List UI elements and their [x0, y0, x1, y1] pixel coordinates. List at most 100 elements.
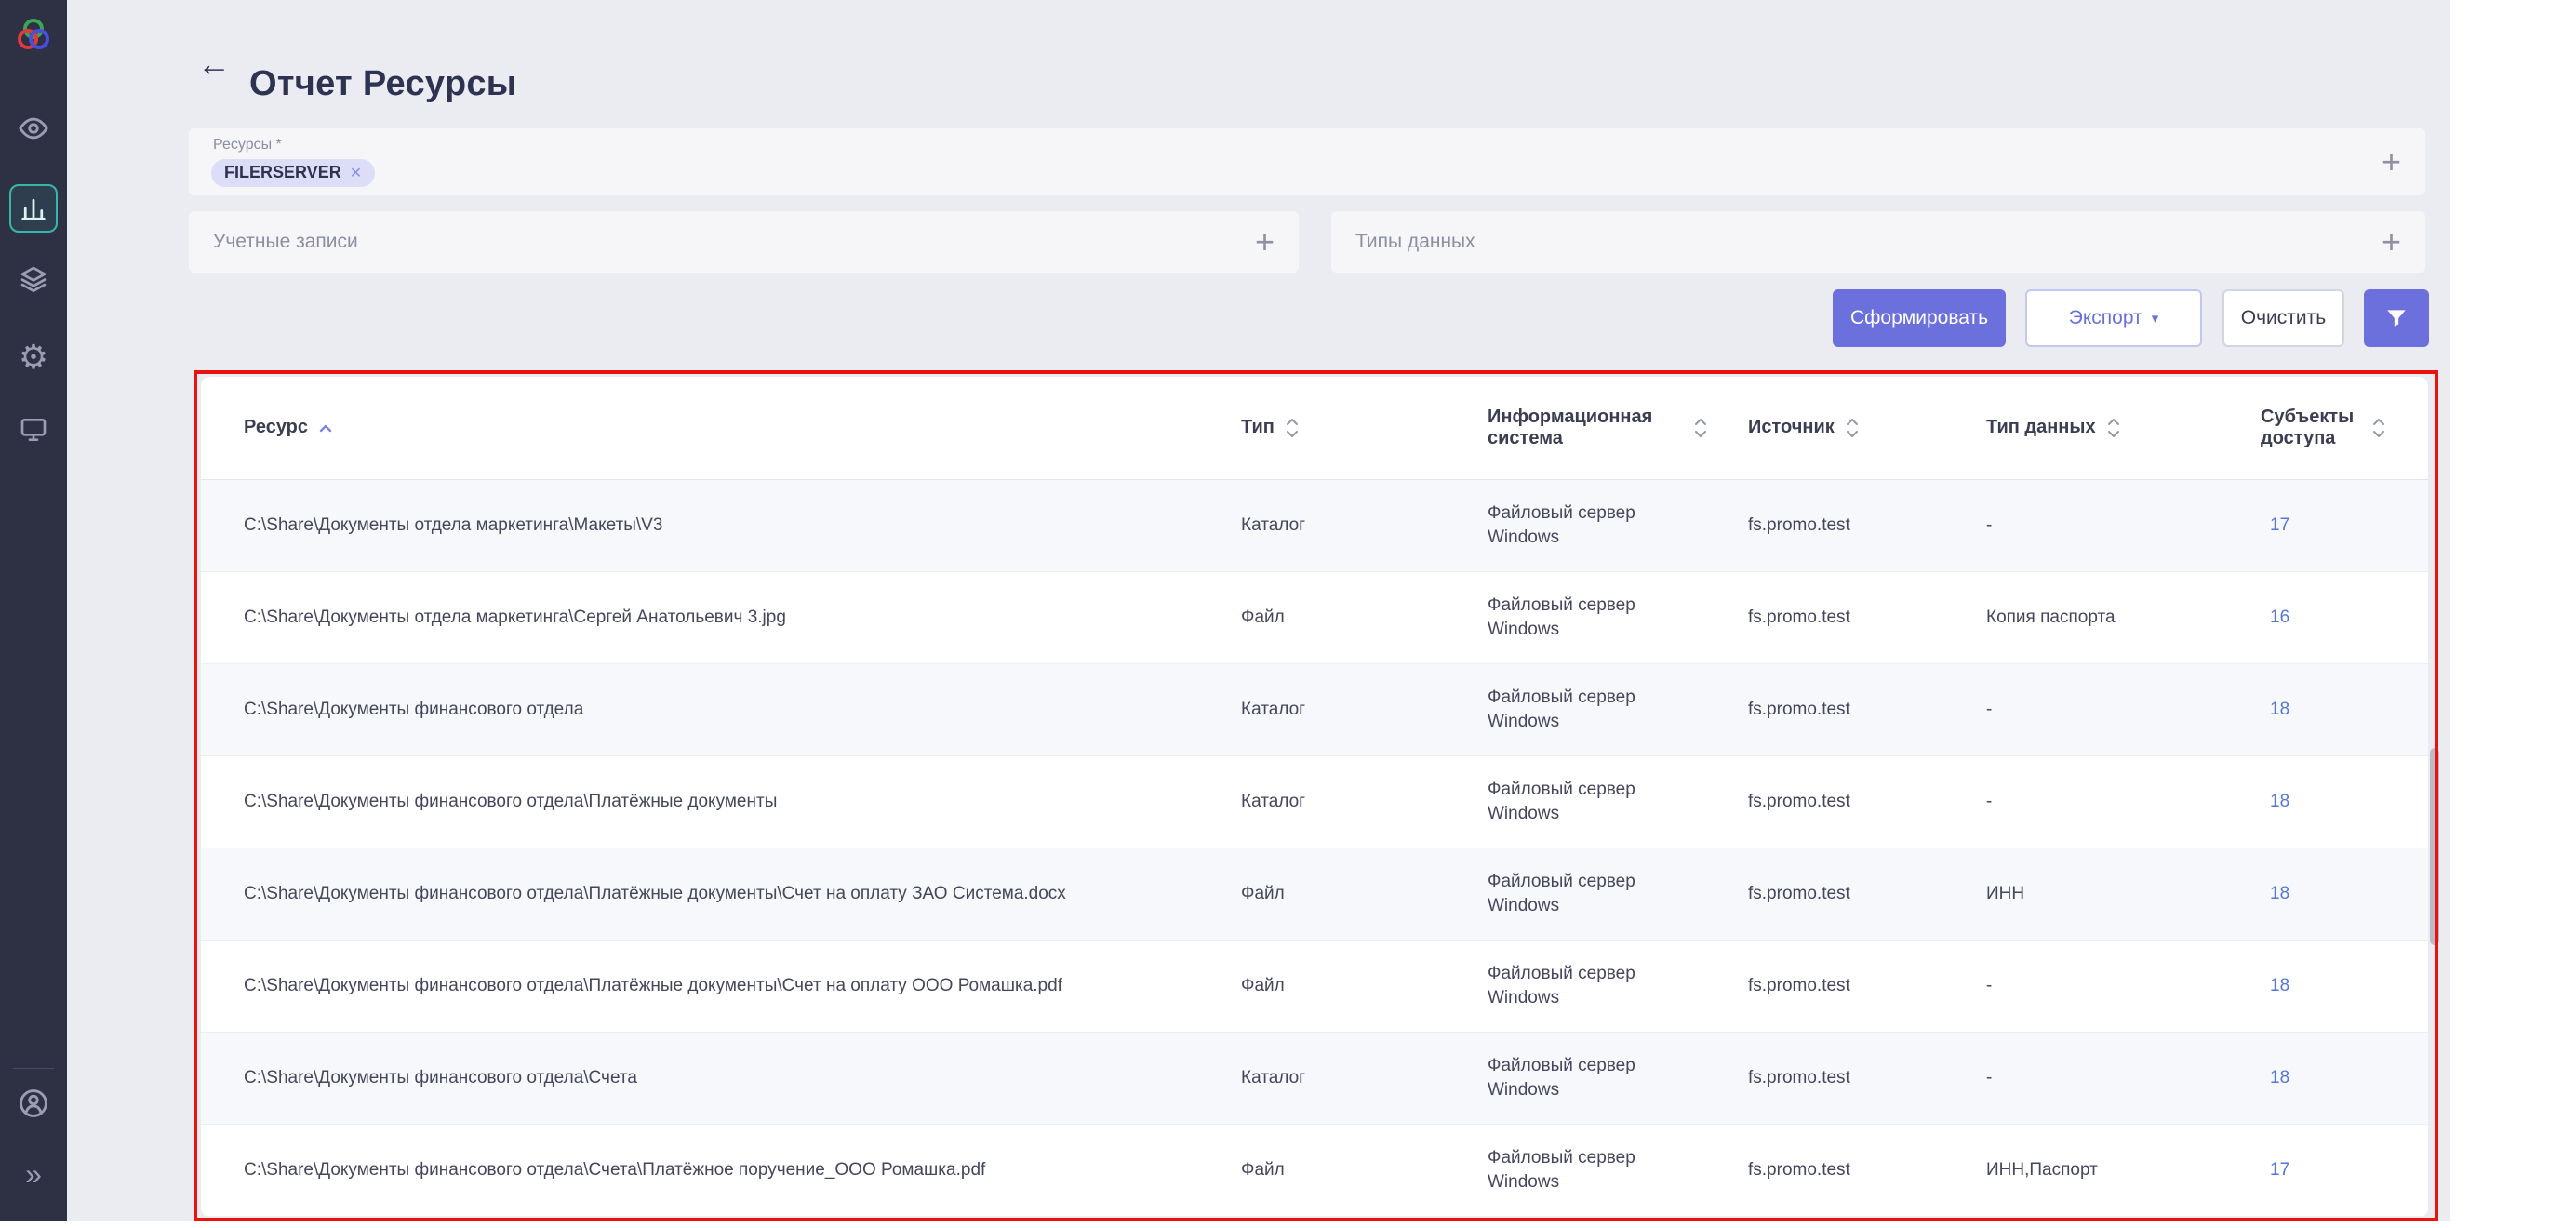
app-window: ⚙ » ← Отчет Ресурсы Ресурсы * FILERSERVE… — [0, 0, 2450, 1221]
table-row[interactable]: C:\Share\Документы финансового отдела\Пл… — [201, 755, 2428, 848]
subjects-link[interactable]: 18 — [2270, 976, 2289, 995]
subjects-link[interactable]: 17 — [2270, 515, 2289, 535]
column-header-system[interactable]: Информационная система — [1488, 377, 1748, 479]
subjects-link[interactable]: 18 — [2270, 700, 2289, 719]
sidebar-item-monitoring[interactable] — [9, 104, 58, 153]
chip-label: FILERSERVER — [224, 163, 341, 182]
resource-chip[interactable]: FILERSERVER ✕ — [211, 159, 375, 187]
cell-source: fs.promo.test — [1748, 571, 1986, 663]
sort-icon — [1694, 416, 1707, 440]
monitor-icon — [19, 415, 48, 445]
cell-subjects: 18 — [2261, 1032, 2428, 1124]
cell-system: Файловый сервер Windows — [1488, 940, 1748, 1032]
cell-source: fs.promo.test — [1748, 663, 1986, 755]
cell-system: Файловый сервер Windows — [1488, 479, 1748, 571]
cell-data-type: ИНН,Паспорт — [1986, 1124, 2261, 1216]
subjects-link[interactable]: 18 — [2270, 884, 2289, 903]
filter-resources[interactable]: Ресурсы * FILERSERVER ✕ + — [189, 128, 2425, 195]
table-row[interactable]: C:\Share\Документы финансового отдела\Сч… — [201, 1124, 2428, 1216]
sidebar-item-data[interactable] — [9, 255, 58, 303]
cell-subjects: 18 — [2261, 755, 2428, 848]
cell-source: fs.promo.test — [1748, 755, 1986, 848]
subjects-link[interactable]: 17 — [2270, 1160, 2289, 1180]
filter-accounts[interactable]: Учетные записи + — [189, 211, 1299, 273]
gear-icon: ⚙ — [19, 338, 48, 377]
sidebar-expand-button[interactable]: » — [9, 1150, 58, 1198]
column-header-source[interactable]: Источник — [1748, 377, 1986, 479]
page-title: Отчет Ресурсы — [249, 64, 517, 104]
add-resource-icon[interactable]: + — [2382, 145, 2401, 179]
cell-subjects: 18 — [2261, 663, 2428, 755]
back-button[interactable]: ← — [197, 45, 231, 84]
table-row[interactable]: C:\Share\Документы финансового отдела\Пл… — [201, 848, 2428, 940]
cell-data-type: ИНН — [1986, 848, 2261, 940]
cell-data-type: - — [1986, 940, 2261, 1032]
cell-resource: C:\Share\Документы отдела маркетинга\Сер… — [201, 571, 1241, 663]
sort-icon — [1286, 416, 1299, 440]
export-label: Экспорт — [2069, 307, 2142, 329]
cell-system: Файловый сервер Windows — [1488, 1032, 1748, 1124]
chevron-down-icon: ▾ — [2152, 310, 2159, 327]
table-row[interactable]: C:\Share\Документы финансового отдела Ка… — [201, 663, 2428, 755]
subjects-link[interactable]: 18 — [2270, 1068, 2289, 1088]
table-row[interactable]: C:\Share\Документы отдела маркетинга\Сер… — [201, 571, 2428, 663]
cell-type: Каталог — [1241, 663, 1488, 755]
generate-button[interactable]: Сформировать — [1833, 289, 2006, 347]
column-label: Информационная система — [1488, 407, 1683, 449]
cell-resource: C:\Share\Документы отдела маркетинга\Мак… — [201, 479, 1241, 571]
sort-icon — [2372, 416, 2385, 440]
table-row[interactable]: C:\Share\Документы отдела маркетинга\Мак… — [201, 479, 2428, 571]
subjects-link[interactable]: 16 — [2270, 607, 2289, 627]
column-header-type[interactable]: Тип — [1241, 377, 1488, 479]
subjects-link[interactable]: 18 — [2270, 792, 2289, 811]
layers-icon — [19, 264, 48, 294]
cell-resource: C:\Share\Документы финансового отдела\Пл… — [201, 940, 1241, 1032]
cell-data-type: - — [1986, 663, 2261, 755]
cell-system: Файловый сервер Windows — [1488, 571, 1748, 663]
eye-icon — [18, 113, 49, 144]
table-row[interactable]: C:\Share\Документы финансового отдела\Пл… — [201, 940, 2428, 1032]
filter-toggle-button[interactable] — [2364, 289, 2429, 347]
cell-subjects: 18 — [2261, 848, 2428, 940]
clear-label: Очистить — [2241, 307, 2326, 329]
accounts-label: Учетные записи — [189, 231, 358, 253]
column-header-data-type[interactable]: Тип данных — [1986, 377, 2261, 479]
cell-data-type: - — [1986, 755, 2261, 848]
cell-resource: C:\Share\Документы финансового отдела\Пл… — [201, 755, 1241, 848]
cell-data-type: - — [1986, 479, 2261, 571]
sidebar-item-devices[interactable] — [9, 406, 58, 454]
add-data-type-icon[interactable]: + — [2382, 225, 2401, 259]
table-row[interactable]: C:\Share\Документы финансового отдела\Сч… — [201, 1032, 2428, 1124]
vertical-scrollbar[interactable] — [2430, 748, 2439, 945]
sidebar-item-profile[interactable] — [9, 1079, 58, 1128]
cell-source: fs.promo.test — [1748, 940, 1986, 1032]
cell-resource: C:\Share\Документы финансового отдела\Сч… — [201, 1032, 1241, 1124]
column-label: Источник — [1748, 417, 1835, 438]
chip-remove-icon[interactable]: ✕ — [350, 164, 362, 182]
clear-button[interactable]: Очистить — [2222, 289, 2344, 347]
filter-data-types[interactable]: Типы данных + — [1331, 211, 2425, 273]
column-header-resource[interactable]: Ресурс — [201, 377, 1241, 479]
cell-data-type: Копия паспорта — [1986, 571, 2261, 663]
export-button[interactable]: Экспорт ▾ — [2025, 289, 2202, 347]
column-label: Тип данных — [1986, 417, 2096, 438]
cell-subjects: 17 — [2261, 479, 2428, 571]
data-types-label: Типы данных — [1331, 231, 1475, 253]
sidebar-divider — [13, 1068, 54, 1069]
sort-icon — [2107, 416, 2120, 440]
cell-system: Файловый сервер Windows — [1488, 663, 1748, 755]
add-account-icon[interactable]: + — [1255, 225, 1275, 259]
bar-chart-icon — [20, 194, 47, 222]
sidebar-item-reports-active[interactable] — [9, 184, 58, 233]
table-header-row: Ресурс Тип — [201, 377, 2428, 479]
app-logo[interactable] — [9, 11, 58, 60]
resources-label: Ресурсы * — [213, 137, 282, 154]
sidebar-item-settings[interactable]: ⚙ — [9, 333, 58, 381]
column-label: Субъекты доступа — [2261, 407, 2361, 449]
sidebar: ⚙ » — [0, 0, 67, 1221]
cell-resource: C:\Share\Документы финансового отдела — [201, 663, 1241, 755]
cell-subjects: 18 — [2261, 940, 2428, 1032]
sort-icon — [1846, 416, 1859, 440]
cell-type: Файл — [1241, 1124, 1488, 1216]
column-header-subjects[interactable]: Субъекты доступа — [2261, 377, 2428, 479]
